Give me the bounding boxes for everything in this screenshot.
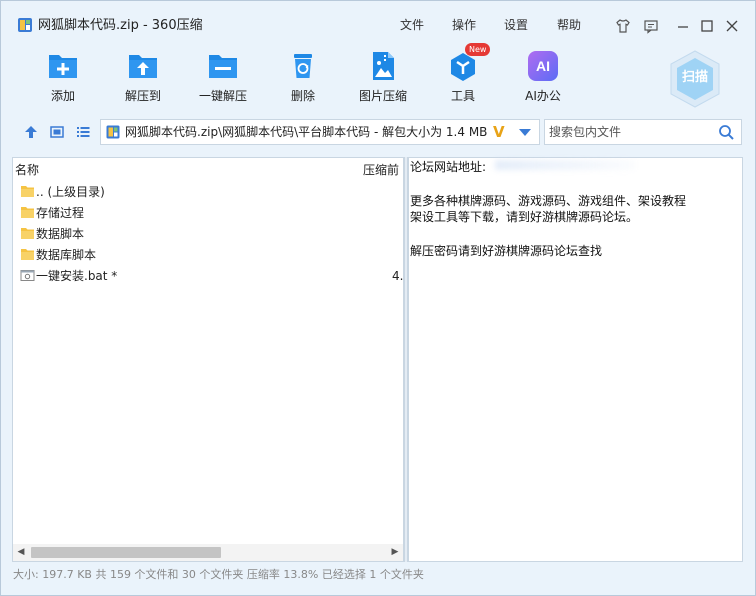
- comment-line-password: 解压密码请到好游棋牌源码论坛查找: [410, 244, 603, 258]
- feedback-button[interactable]: [642, 17, 660, 35]
- shirt-icon: [616, 19, 630, 33]
- up-arrow-icon[interactable]: [23, 124, 39, 140]
- scan-label: 扫描: [681, 70, 708, 85]
- comment-pane: 论坛网站地址: 更多各种棋牌源码、游戏源码、游戏组件、架设教程 架设工具等下载，…: [408, 157, 743, 562]
- minimize-button[interactable]: [674, 17, 692, 35]
- skin-button[interactable]: [614, 17, 632, 35]
- tools-new-badge: New: [465, 43, 491, 56]
- file-row-stored-procedures[interactable]: 存储过程: [17, 203, 403, 223]
- ai-office-label: AI办公: [525, 89, 561, 103]
- file-row-parent[interactable]: .. (上级目录): [17, 182, 403, 202]
- folder-icon: [21, 186, 34, 197]
- window-title: 网狐脚本代码.zip - 360压缩: [38, 18, 203, 33]
- file-name: 数据脚本: [36, 227, 85, 241]
- tools-label: 工具: [450, 89, 475, 103]
- close-icon: [726, 20, 738, 32]
- file-row-database-scripts[interactable]: 数据库脚本: [17, 245, 403, 265]
- menu-settings[interactable]: 设置: [504, 18, 528, 32]
- status-bar: 大小: 197.7 KB 共 159 个文件和 30 个文件夹 压缩率 13.8…: [13, 568, 424, 581]
- close-button[interactable]: [723, 17, 741, 35]
- address-path: 网狐脚本代码.zip\网狐脚本代码\平台脚本代码 - 解包大小为 1.4 MB: [125, 125, 488, 139]
- scrollbar-thumb[interactable]: [31, 547, 221, 558]
- one-click-extract-icon: [209, 55, 237, 78]
- file-name: 存储过程: [36, 206, 85, 220]
- scan-button[interactable]: 扫描: [665, 49, 725, 109]
- redacted-url: [495, 160, 635, 170]
- image-compress-icon: [373, 52, 394, 80]
- menu-help[interactable]: 帮助: [557, 18, 581, 32]
- scroll-left-arrow-icon[interactable]: ◀: [16, 547, 26, 557]
- add-icon: [49, 55, 77, 78]
- column-size-header[interactable]: 压缩前: [363, 163, 399, 177]
- delete-label: 删除: [290, 89, 315, 103]
- comment-line-forum: 论坛网站地址:: [410, 160, 487, 174]
- minimize-icon: [678, 26, 688, 28]
- maximize-icon: [701, 20, 713, 32]
- horizontal-scrollbar[interactable]: ◀ ▶: [13, 544, 403, 561]
- search-icon[interactable]: [718, 124, 735, 141]
- comment-line-download: 架设工具等下载，请到好游棋牌源码论坛。: [410, 210, 639, 224]
- file-row-install-bat[interactable]: 一键安装.bat * 4.2: [17, 266, 411, 286]
- folder-icon: [21, 207, 34, 218]
- zip-file-icon: [106, 125, 120, 139]
- comment-line-more: 更多各种棋牌源码、游戏源码、游戏组件、架设教程: [410, 194, 687, 208]
- message-icon: [644, 20, 658, 34]
- bat-file-icon: [20, 270, 35, 281]
- extract-to-label: 解压到: [124, 89, 161, 103]
- ai-office-icon: AI: [528, 51, 558, 81]
- column-name-header[interactable]: 名称: [15, 163, 39, 177]
- extract-to-icon: [129, 55, 157, 78]
- folder-icon: [21, 228, 34, 239]
- list-view-icon[interactable]: [75, 124, 91, 140]
- file-name: .. (上级目录): [36, 185, 105, 199]
- search-input[interactable]: [545, 120, 715, 144]
- menu-operate[interactable]: 操作: [452, 18, 476, 32]
- maximize-button[interactable]: [698, 17, 716, 35]
- file-name: 一键安装.bat *: [36, 269, 118, 283]
- search-box[interactable]: [544, 119, 742, 145]
- scroll-right-arrow-icon[interactable]: ▶: [390, 547, 400, 557]
- delete-icon: [294, 54, 312, 78]
- file-row-data-scripts[interactable]: 数据脚本: [17, 224, 403, 244]
- vip-badge[interactable]: V: [493, 124, 505, 140]
- one-click-extract-label: 一键解压: [198, 89, 247, 103]
- address-dropdown-icon[interactable]: [519, 129, 531, 136]
- app-window: 网狐脚本代码.zip - 360压缩 文件 操作 设置 帮助 添加 解压到 一键…: [0, 0, 756, 596]
- title-bar: 网狐脚本代码.zip - 360压缩 文件 操作 设置 帮助: [1, 1, 755, 35]
- folder-icon: [21, 249, 34, 260]
- file-list-pane: 名称 压缩前 .. (上级目录) 存储过程 数据脚本 数据库脚本 一键安装.ba…: [12, 157, 411, 562]
- image-compress-label: 图片压缩: [358, 89, 407, 103]
- file-name: 数据库脚本: [36, 248, 97, 262]
- address-bar[interactable]: 网狐脚本代码.zip\网狐脚本代码\平台脚本代码 - 解包大小为 1.4 MB …: [100, 119, 540, 145]
- menu-file[interactable]: 文件: [400, 18, 424, 32]
- add-label: 添加: [50, 89, 75, 103]
- zip-app-icon: [18, 18, 32, 32]
- view-mode-icon[interactable]: [49, 124, 65, 140]
